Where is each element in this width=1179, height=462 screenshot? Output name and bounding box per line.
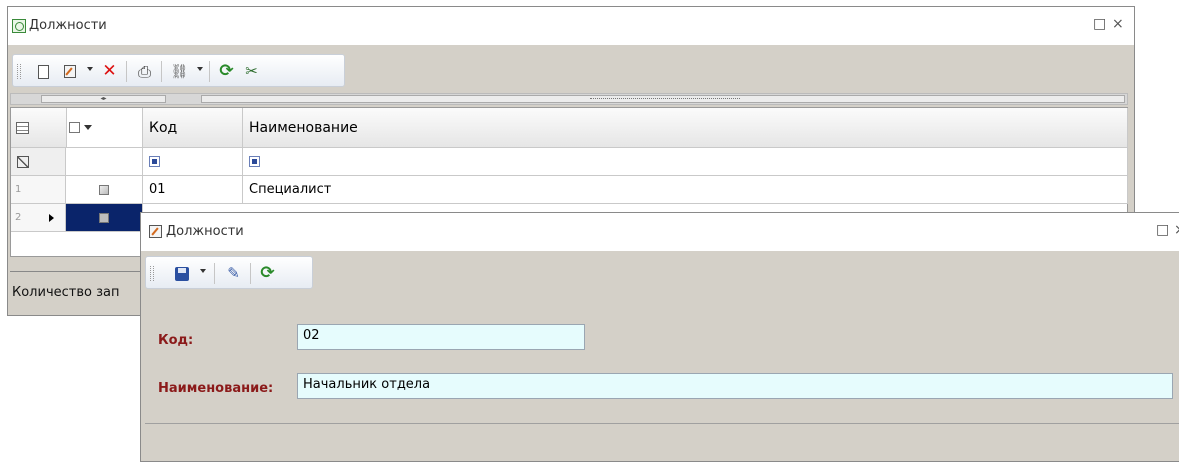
row-number: 2 xyxy=(15,212,22,223)
filter-cell-check[interactable] xyxy=(66,148,143,176)
row-check-cell[interactable] xyxy=(66,176,143,204)
link-dropdown-arrow[interactable] xyxy=(197,67,203,71)
main-toolbar: ✕ ⎙ ⛓ ⟳ ✂ xyxy=(12,54,345,87)
print-icon[interactable]: ⎙ xyxy=(136,63,153,80)
current-row-arrow-icon xyxy=(49,214,54,222)
edit-bottom-panel xyxy=(145,423,1179,460)
name-label: Наименование: xyxy=(158,381,274,396)
ruler-handle-right[interactable] xyxy=(201,95,1125,103)
table-cell-code[interactable]: 01 xyxy=(143,176,243,204)
delete-icon[interactable]: ✕ xyxy=(101,63,118,80)
toolbar-separator xyxy=(250,263,251,284)
close-icon[interactable]: × xyxy=(1112,16,1124,32)
clear-filter-icon[interactable] xyxy=(17,155,29,168)
close-icon[interactable]: × xyxy=(1174,222,1179,238)
main-window-title: Должности xyxy=(29,18,107,33)
toolbar-separator xyxy=(214,263,215,284)
save-icon[interactable] xyxy=(173,265,190,282)
column-ruler: ◂▸ xyxy=(10,93,1128,105)
cell-name-text: Специалист xyxy=(249,182,332,197)
name-field[interactable]: Начальник отдела xyxy=(297,373,1173,399)
edit-dropdown-arrow[interactable] xyxy=(87,67,93,71)
row-number: 1 xyxy=(15,184,22,195)
main-titlebar: Должности □ × xyxy=(8,7,1134,45)
save-dropdown-arrow[interactable] xyxy=(200,269,206,273)
column-header-code-label: Код xyxy=(149,119,178,136)
restore-icon[interactable]: □ xyxy=(1156,222,1169,238)
toolbar-separator xyxy=(161,61,162,82)
new-document-icon[interactable] xyxy=(35,63,52,80)
code-field[interactable]: 02 xyxy=(297,324,585,350)
settings-icon[interactable]: ✂ xyxy=(243,63,260,80)
filter-code-checkbox[interactable] xyxy=(149,156,160,167)
filter-name-checkbox[interactable] xyxy=(249,156,260,167)
row-checkbox[interactable] xyxy=(99,212,109,223)
filter-cell-code[interactable] xyxy=(143,148,243,176)
row-check-cell-selected[interactable] xyxy=(66,204,143,232)
cell-code-text: 01 xyxy=(149,182,166,197)
edit-window-title: Должности xyxy=(166,224,244,239)
row-checkbox[interactable] xyxy=(99,184,109,195)
toolbar-grip[interactable] xyxy=(150,266,154,281)
row-number-cell[interactable]: 2 xyxy=(11,204,66,232)
refresh-icon[interactable]: ⟳ xyxy=(259,265,276,282)
edit-toolbar: ✎ ⟳ xyxy=(145,256,313,289)
toolbar-separator xyxy=(126,61,127,82)
code-label: Код: xyxy=(158,333,194,348)
column-header-code[interactable]: Код xyxy=(143,108,243,148)
restore-icon[interactable]: □ xyxy=(1093,16,1106,32)
link-icon[interactable]: ⛓ xyxy=(171,63,189,80)
refresh-icon[interactable]: ⟳ xyxy=(218,63,235,80)
filter-cell-name[interactable] xyxy=(243,148,1128,176)
row-number-cell[interactable]: 1 xyxy=(11,176,66,204)
column-header-name-label: Наименование xyxy=(249,119,358,136)
filter-row-indicator xyxy=(11,148,66,176)
toolbar-separator xyxy=(209,61,210,82)
grid-header-corner[interactable] xyxy=(11,108,92,148)
pen-icon[interactable]: ✎ xyxy=(225,265,242,282)
grid-header-check[interactable] xyxy=(66,108,143,148)
edit-window-icon xyxy=(149,225,162,238)
column-header-name[interactable]: Наименование xyxy=(243,108,1128,148)
grid-settings-icon[interactable] xyxy=(16,121,29,134)
edit-window: Должности □ × ✎ ⟳ Код: 02 Наименование: … xyxy=(140,212,1179,462)
toolbar-grip[interactable] xyxy=(17,64,21,79)
table-cell-name[interactable]: Специалист xyxy=(243,176,1128,204)
edit-titlebar: Должности □ × xyxy=(141,213,1179,251)
edit-icon[interactable] xyxy=(61,63,78,80)
ruler-handle-left[interactable]: ◂▸ xyxy=(41,95,166,103)
record-count-text: Количество зап xyxy=(12,285,120,300)
grid-window-icon xyxy=(12,19,26,33)
